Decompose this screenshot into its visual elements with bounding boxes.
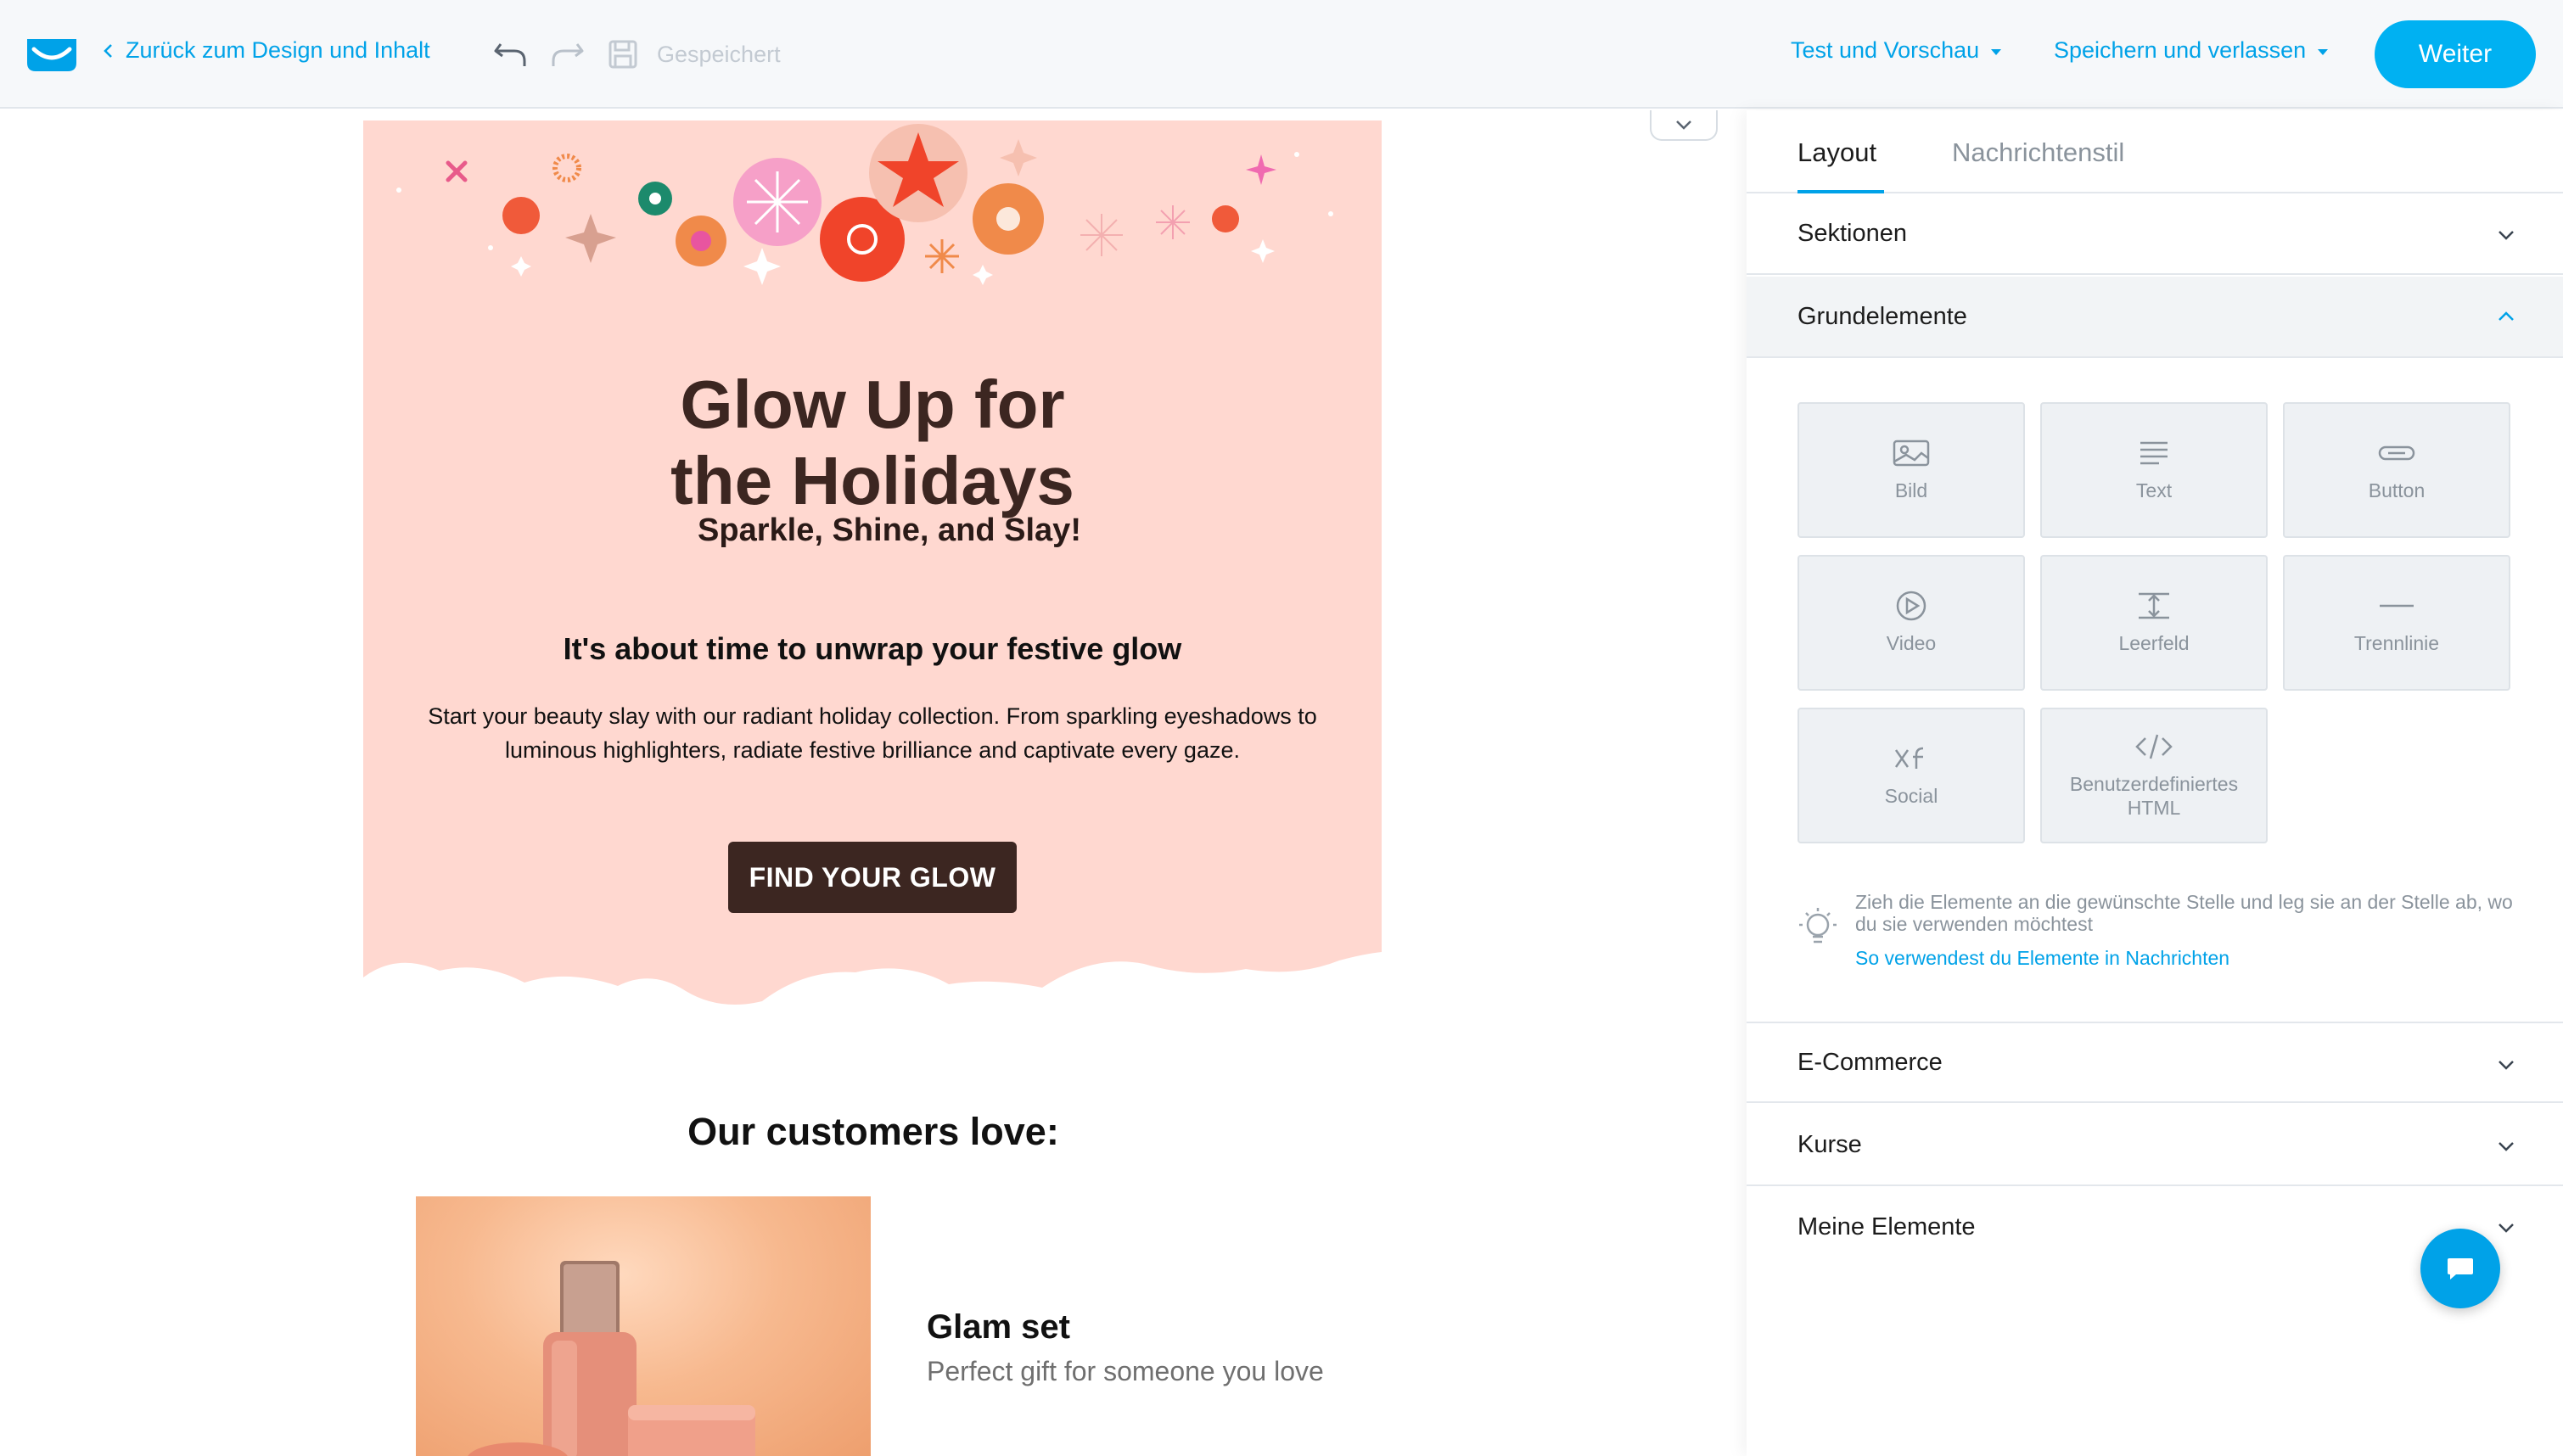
tile-spacer[interactable]: Leerfeld: [2040, 555, 2268, 691]
back-to-design-link[interactable]: Zurück zum Design und Inhalt: [102, 37, 430, 64]
test-preview-label: Test und Vorschau: [1791, 37, 1980, 63]
customers-title-text: Our customers love:: [687, 1110, 1059, 1153]
accordion-grundelemente[interactable]: Grundelemente: [1747, 277, 2563, 358]
button-icon: [2378, 445, 2415, 461]
accordion-label: Kurse: [1797, 1130, 1862, 1158]
hero-section[interactable]: Glow Up for the Holidays Sparkle, Shine,…: [363, 120, 1382, 1028]
social-icon: [1894, 747, 1924, 769]
chevron-up-icon: [2499, 311, 2514, 321]
video-icon: [1896, 591, 1926, 621]
hero-title: Glow Up for the Holidays: [363, 367, 1382, 519]
tile-video[interactable]: Video: [1797, 555, 2025, 691]
drag-hint-text: Zieh die Elemente an die gewünschte Stel…: [1855, 891, 2513, 935]
email-canvas[interactable]: Glow Up for the Holidays Sparkle, Shine,…: [0, 110, 1747, 1456]
text-icon: [2140, 441, 2168, 465]
tile-image[interactable]: Bild: [1797, 402, 2025, 538]
tile-label: Trennlinie: [2353, 632, 2440, 654]
chevron-down-icon: [1676, 120, 1691, 130]
customers-love-title: Our customers love:: [0, 1110, 1747, 1154]
save-disk-icon: [609, 40, 637, 69]
accordion-ecommerce[interactable]: E-Commerce: [1747, 1022, 2563, 1103]
elements-help-link[interactable]: So verwendest du Elemente in Nachrichten: [1855, 947, 2229, 970]
chat-bubble-icon: [2448, 1258, 2473, 1280]
holiday-ornaments-illustration: [396, 124, 1333, 285]
getresponse-logo-icon[interactable]: [25, 37, 78, 73]
top-bar: Zurück zum Design und Inhalt Gespeichert…: [0, 0, 2563, 109]
chevron-down-icon: [2499, 231, 2514, 240]
divider-icon: [2380, 604, 2414, 608]
saved-status: Gespeichert: [608, 39, 781, 70]
serum-bottle-illustration: [468, 1261, 755, 1456]
accordion-label: E-Commerce: [1797, 1048, 1943, 1076]
tile-text[interactable]: Text: [2040, 402, 2268, 538]
product-image[interactable]: [416, 1196, 871, 1456]
saved-label: Gespeichert: [657, 41, 781, 67]
chevron-down-icon: [2499, 1142, 2514, 1151]
code-icon: [2135, 734, 2173, 759]
next-button[interactable]: Weiter: [2375, 20, 2536, 88]
tile-button[interactable]: Button: [2283, 402, 2510, 538]
accordion-label: Sektionen: [1797, 219, 1907, 247]
snow-cloud-divider: [363, 952, 1382, 1028]
collapse-toggle[interactable]: [1650, 110, 1718, 141]
save-exit-label: Speichern und verlassen: [2054, 37, 2307, 63]
accordion-label: Grundelemente: [1797, 302, 1967, 330]
chat-button[interactable]: [2420, 1229, 2500, 1308]
chevron-down-icon: [2499, 1061, 2514, 1070]
tab-layout[interactable]: Layout: [1797, 137, 1876, 168]
panel-tabs: Layout Nachrichtenstil: [1747, 110, 2563, 193]
chevron-left-icon: [104, 43, 112, 58]
accordion-label: Meine Elemente: [1797, 1212, 1976, 1240]
tile-label: Text: [2135, 479, 2173, 501]
tile-label: Social: [1884, 785, 1938, 807]
tile-label: Bild: [1894, 479, 1928, 501]
tile-label: Button: [2368, 479, 2426, 501]
back-link-label: Zurück zum Design und Inhalt: [126, 37, 430, 63]
hero-body-text: Start your beauty slay with our radiant …: [428, 703, 1317, 763]
tile-custom-html[interactable]: Benutzerdefiniertes HTML: [2040, 708, 2268, 843]
accordion-kurse[interactable]: Kurse: [1747, 1105, 2563, 1186]
hero-heading: It's about time to unwrap your festive g…: [563, 631, 1182, 666]
redo-icon[interactable]: [548, 37, 586, 71]
tile-label: Benutzerdefiniertes HTML: [2069, 773, 2239, 819]
product-title: Glam set: [927, 1308, 1070, 1346]
tab-message-style[interactable]: Nachrichtenstil: [1952, 137, 2124, 168]
hero-title-line2: the Holidays: [670, 443, 1074, 518]
image-icon: [1893, 440, 1930, 467]
undo-icon[interactable]: [492, 37, 530, 71]
hero-title-line1: Glow Up for: [680, 367, 1065, 442]
product-description: Perfect gift for someone you love: [927, 1356, 1324, 1386]
lightbulb-icon: [1799, 908, 1837, 944]
save-exit-dropdown[interactable]: Speichern und verlassen: [2054, 37, 2329, 64]
tile-label: Video: [1886, 632, 1937, 654]
accordion-sektionen[interactable]: Sektionen: [1747, 193, 2563, 275]
test-preview-dropdown[interactable]: Test und Vorschau: [1791, 37, 2002, 64]
chevron-down-icon: [2499, 1224, 2514, 1233]
caret-down-icon: [1991, 49, 2002, 55]
caret-down-icon: [2318, 49, 2329, 55]
find-your-glow-button[interactable]: FIND YOUR GLOW: [728, 842, 1017, 913]
spacer-icon: [2139, 592, 2169, 619]
tile-social[interactable]: Social: [1797, 708, 2025, 843]
tile-divider[interactable]: Trennlinie: [2283, 555, 2510, 691]
tile-label: Leerfeld: [2118, 632, 2190, 654]
hero-subtitle: Sparkle, Shine, and Slay!: [698, 512, 1081, 548]
